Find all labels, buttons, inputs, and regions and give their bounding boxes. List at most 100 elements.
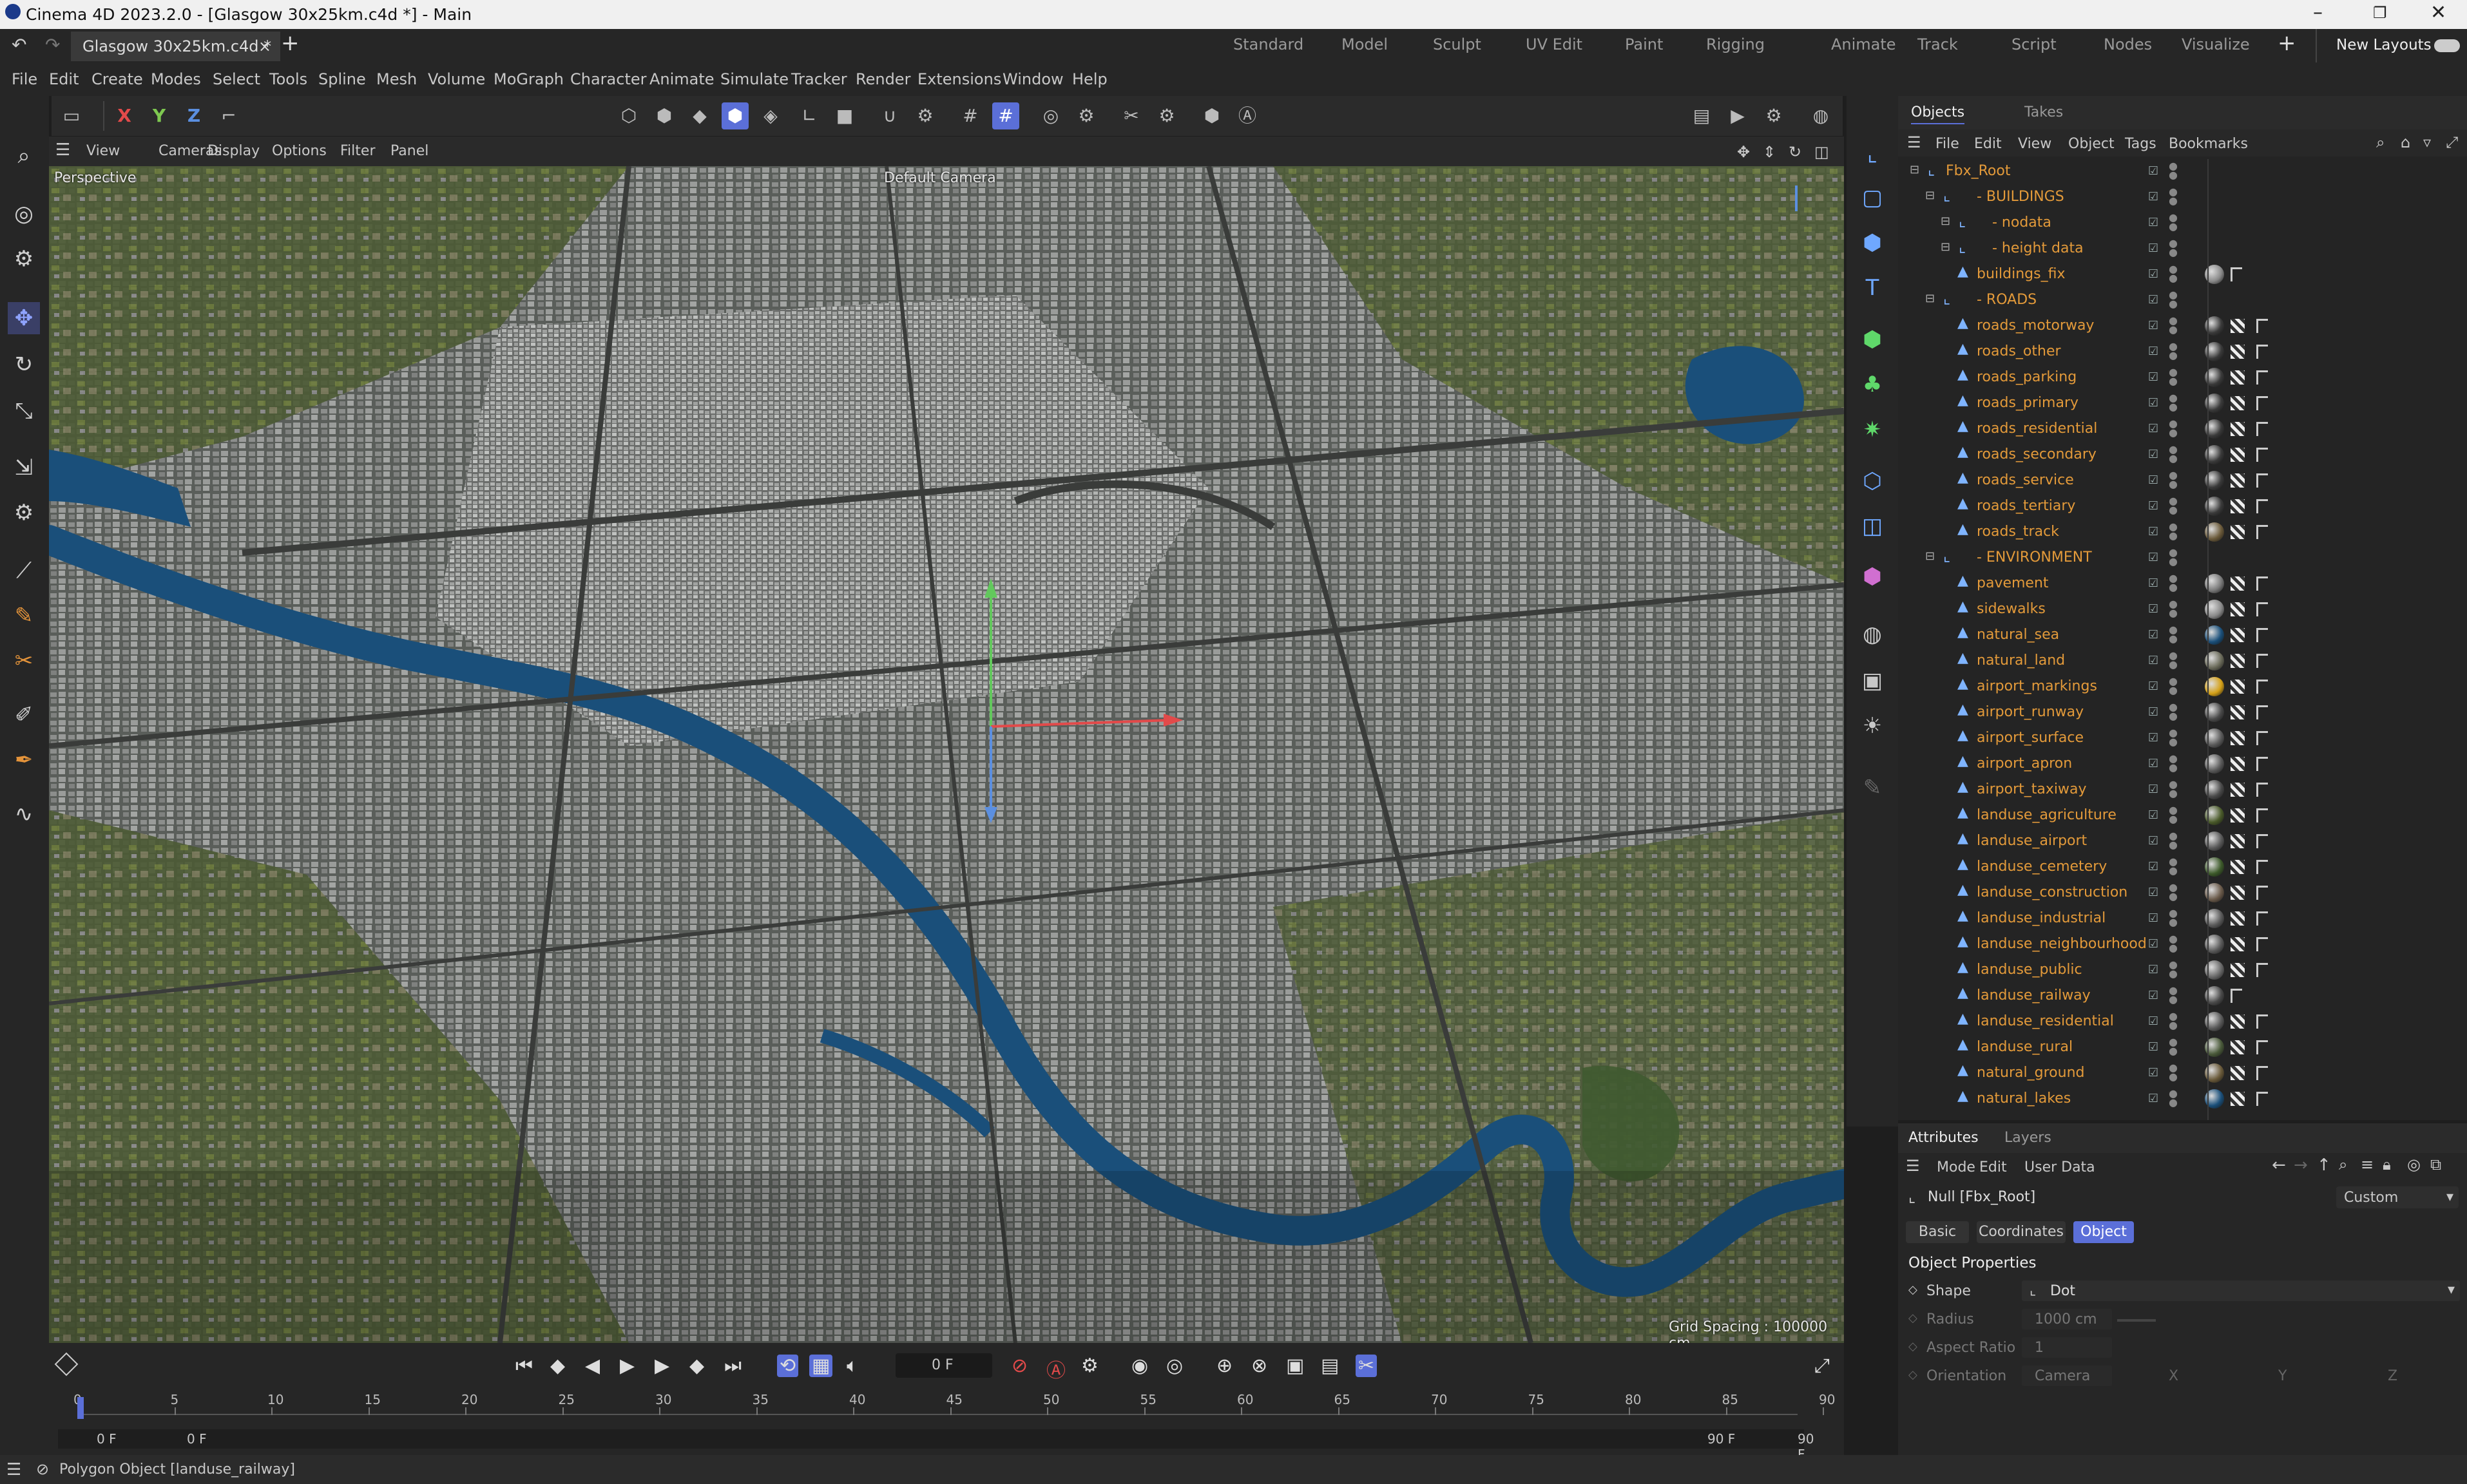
texture-tag-icon[interactable]: [2231, 783, 2245, 797]
tree-row[interactable]: ▲ airport_runway ☑ ● ●: [1898, 699, 2467, 725]
visibility-toggle-icon[interactable]: ☑: [2148, 1014, 2162, 1029]
layout-tab[interactable]: Animate: [1831, 35, 1896, 53]
menu-item[interactable]: Extensions: [917, 70, 1001, 88]
menu-item[interactable]: Volume: [428, 70, 485, 88]
texture-tag-icon[interactable]: [2231, 525, 2245, 539]
visibility-toggle-icon[interactable]: ☑: [2148, 576, 2162, 591]
tab-takes[interactable]: Takes: [2024, 104, 2063, 120]
visibility-toggle-icon[interactable]: ☑: [2148, 190, 2162, 204]
environment-icon[interactable]: ◍: [1856, 618, 1889, 651]
menu-item[interactable]: File: [12, 70, 37, 88]
current-frame-field[interactable]: 0 F: [896, 1353, 992, 1378]
layer-dots-icon[interactable]: ● ●: [2169, 1037, 2178, 1056]
menu-item[interactable]: Simulate: [720, 70, 789, 88]
layout-tab[interactable]: Standard: [1233, 35, 1303, 53]
phong-tag-icon[interactable]: [2256, 628, 2268, 642]
layer-dots-icon[interactable]: ● ●: [2169, 547, 2178, 567]
tree-row[interactable]: ▲ natural_sea ☑ ● ●: [1898, 622, 2467, 647]
layout-tab[interactable]: Track: [1917, 35, 1958, 53]
visibility-toggle-icon[interactable]: ☑: [2148, 989, 2162, 1003]
visibility-toggle-icon[interactable]: ☑: [2148, 731, 2162, 745]
autokey-icon[interactable]: Ⓐ: [1046, 1355, 1066, 1383]
menu-item[interactable]: Create: [91, 70, 143, 88]
phong-tag-icon[interactable]: [2256, 731, 2268, 745]
viewport-solo-icon[interactable]: ⚙: [1073, 102, 1100, 129]
previous-key-icon[interactable]: ◆: [550, 1355, 565, 1377]
uv-mode-icon[interactable]: ◈: [757, 102, 784, 129]
visibility-toggle-icon[interactable]: ☑: [2148, 602, 2162, 616]
layer-dots-icon[interactable]: ● ●: [2169, 419, 2178, 438]
expand-toggle-icon[interactable]: ⊟: [1941, 214, 1950, 228]
maximize-icon[interactable]: ❐: [2373, 4, 2387, 22]
visibility-toggle-icon[interactable]: ☑: [2148, 1066, 2162, 1080]
viewport-rotate-icon[interactable]: ↻: [1789, 143, 1801, 161]
visibility-toggle-icon[interactable]: ☑: [2148, 242, 2162, 256]
menu-item[interactable]: Modes: [151, 70, 201, 88]
layer-dots-icon[interactable]: ● ●: [2169, 393, 2178, 412]
menu-item[interactable]: MoGraph: [494, 70, 564, 88]
phong-tag-icon[interactable]: [2256, 886, 2268, 900]
layer-dots-icon[interactable]: ● ●: [2169, 908, 2178, 928]
add-tab-icon[interactable]: +: [281, 30, 300, 56]
texture-tag-icon[interactable]: [2231, 576, 2245, 591]
redshift-icon[interactable]: ◍: [1807, 102, 1834, 129]
tree-row[interactable]: ⊟ ⌞ - ROADS ☑ ● ●: [1898, 287, 2467, 312]
mograph-tracer-icon[interactable]: ⬢: [1856, 560, 1889, 593]
tree-row[interactable]: ▲ landuse_construction ☑ ● ●: [1898, 879, 2467, 905]
visibility-toggle-icon[interactable]: ☑: [2148, 396, 2162, 410]
document-tab[interactable]: Glasgow 30x25km.c4d * ×: [71, 32, 280, 61]
visibility-toggle-icon[interactable]: ☑: [2148, 911, 2162, 926]
x-axis-toggle[interactable]: X: [111, 102, 138, 129]
new-layouts-button[interactable]: New Layouts: [2336, 37, 2432, 53]
menu-item[interactable]: Tools: [269, 70, 307, 88]
layer-dots-icon[interactable]: ● ●: [2169, 290, 2178, 309]
layer-dots-icon[interactable]: ● ●: [2169, 213, 2178, 232]
viewport-mode-icon[interactable]: ▭: [58, 102, 85, 129]
snap-magnet-icon[interactable]: ∪: [876, 102, 903, 129]
field-icon[interactable]: ◫: [1856, 509, 1889, 543]
viewport-menu-item[interactable]: Options: [272, 143, 327, 159]
key-param-icon[interactable]: ▤: [1321, 1355, 1339, 1377]
add-layout-icon[interactable]: +: [2278, 30, 2296, 56]
layer-dots-icon[interactable]: ● ●: [2169, 444, 2178, 464]
animate-diamond-icon[interactable]: ◇: [1908, 1311, 1917, 1325]
phong-tag-icon[interactable]: [2256, 911, 2268, 926]
playhead[interactable]: [77, 1397, 84, 1419]
attributes-menu-item[interactable]: User Data: [2024, 1159, 2095, 1175]
move-tool-icon[interactable]: ✥: [8, 302, 40, 334]
snap-settings-icon[interactable]: ⚙: [912, 102, 939, 129]
texture-tag-icon[interactable]: [2231, 808, 2245, 823]
tree-row[interactable]: ▲ airport_markings ☑ ● ●: [1898, 673, 2467, 699]
texture-tag-icon[interactable]: [2231, 473, 2245, 488]
layer-dots-icon[interactable]: ● ●: [2169, 496, 2178, 515]
spline-pen-icon[interactable]: ✒: [8, 744, 40, 776]
layer-dots-icon[interactable]: ● ●: [2169, 882, 2178, 902]
visibility-toggle-icon[interactable]: ☑: [2148, 499, 2162, 513]
visibility-toggle-icon[interactable]: ☑: [2148, 757, 2162, 771]
z-axis-toggle[interactable]: Z: [180, 102, 207, 129]
layout-tab[interactable]: Paint: [1625, 35, 1663, 53]
range-start[interactable]: 0 F: [187, 1431, 207, 1447]
phong-tag-icon[interactable]: [2256, 654, 2268, 668]
points-mode-icon[interactable]: ⬡: [615, 102, 642, 129]
layout-tab[interactable]: Nodes: [2104, 35, 2152, 53]
render-view-icon[interactable]: ▶: [1724, 102, 1751, 129]
workplane-icon[interactable]: #: [992, 102, 1019, 129]
visibility-toggle-icon[interactable]: ☑: [2148, 705, 2162, 719]
layer-dots-icon[interactable]: ● ●: [2169, 238, 2178, 258]
tree-row[interactable]: ▲ roads_other ☑ ● ●: [1898, 338, 2467, 364]
texture-tag-icon[interactable]: [2231, 860, 2245, 874]
previous-frame-icon[interactable]: ◀: [585, 1355, 600, 1377]
phong-tag-icon[interactable]: [2256, 963, 2268, 977]
phong-tag-icon[interactable]: [2231, 989, 2242, 1003]
layer-dots-icon[interactable]: ● ●: [2169, 470, 2178, 490]
visibility-toggle-icon[interactable]: ☑: [2148, 422, 2162, 436]
visibility-toggle-icon[interactable]: ☑: [2148, 654, 2162, 668]
tab-attributes[interactable]: Attributes: [1908, 1130, 1979, 1146]
shape-dropdown[interactable]: Dot ⌞ ▾: [2022, 1280, 2460, 1301]
phong-tag-icon[interactable]: [2256, 345, 2268, 359]
menu-item[interactable]: Window: [1003, 70, 1064, 88]
tree-row[interactable]: ⊟ ⌞ - ENVIRONMENT ☑ ● ●: [1898, 544, 2467, 570]
layer-dots-icon[interactable]: ● ●: [2169, 805, 2178, 824]
layer-dots-icon[interactable]: ● ●: [2169, 728, 2178, 747]
